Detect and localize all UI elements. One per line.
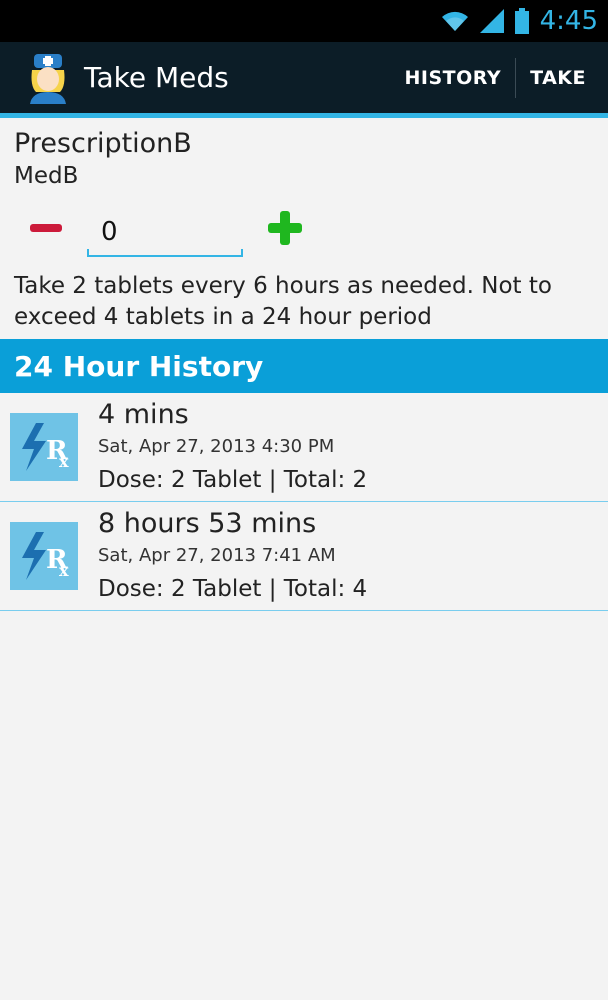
wifi-icon — [440, 9, 470, 33]
quantity-field-wrap — [87, 199, 243, 257]
dosage-instructions: Take 2 tablets every 6 hours as needed. … — [14, 273, 552, 330]
battery-icon — [514, 8, 530, 34]
history-dose: Dose: 2 Tablet | Total: 2 — [98, 467, 368, 493]
history-header: 24 Hour History — [0, 339, 608, 393]
minus-icon[interactable] — [30, 224, 62, 232]
history-button[interactable]: HISTORY — [390, 58, 515, 98]
take-button[interactable]: TAKE — [516, 58, 608, 98]
field-tick-right — [241, 249, 243, 257]
plus-icon[interactable] — [268, 211, 302, 245]
history-item-text: 4 mins Sat, Apr 27, 2013 4:30 PM Dose: 2… — [98, 393, 367, 501]
svg-text:x: x — [59, 452, 69, 471]
field-tick-left — [87, 249, 89, 257]
rx-icon: R x — [10, 413, 78, 481]
status-bar: 4:45 — [0, 0, 608, 42]
history-elapsed: 4 mins — [98, 399, 189, 430]
history-item[interactable]: R x 8 hours 53 mins Sat, Apr 27, 2013 7:… — [0, 502, 608, 611]
history-elapsed: 8 hours 53 mins — [98, 508, 317, 539]
history-date: Sat, Apr 27, 2013 4:30 PM — [98, 436, 335, 457]
history-item-text: 8 hours 53 mins Sat, Apr 27, 2013 7:41 A… — [98, 502, 367, 610]
nurse-app-icon[interactable] — [26, 52, 70, 104]
medication-name: MedB — [14, 163, 79, 189]
prescription-name: PrescriptionB — [14, 128, 192, 159]
history-item[interactable]: R x 4 mins Sat, Apr 27, 2013 4:30 PM Dos… — [0, 393, 608, 502]
history-date: Sat, Apr 27, 2013 7:41 AM — [98, 545, 336, 566]
status-clock: 4:45 — [539, 6, 598, 36]
action-bar: Take Meds HISTORY TAKE — [0, 42, 608, 118]
history-dose: Dose: 2 Tablet | Total: 4 — [98, 576, 368, 602]
quantity-input[interactable] — [87, 209, 243, 257]
rx-icon: R x — [10, 522, 78, 590]
app-title: Take Meds — [84, 61, 229, 94]
quantity-row — [0, 189, 608, 267]
signal-icon — [479, 9, 504, 33]
svg-text:x: x — [59, 561, 69, 580]
